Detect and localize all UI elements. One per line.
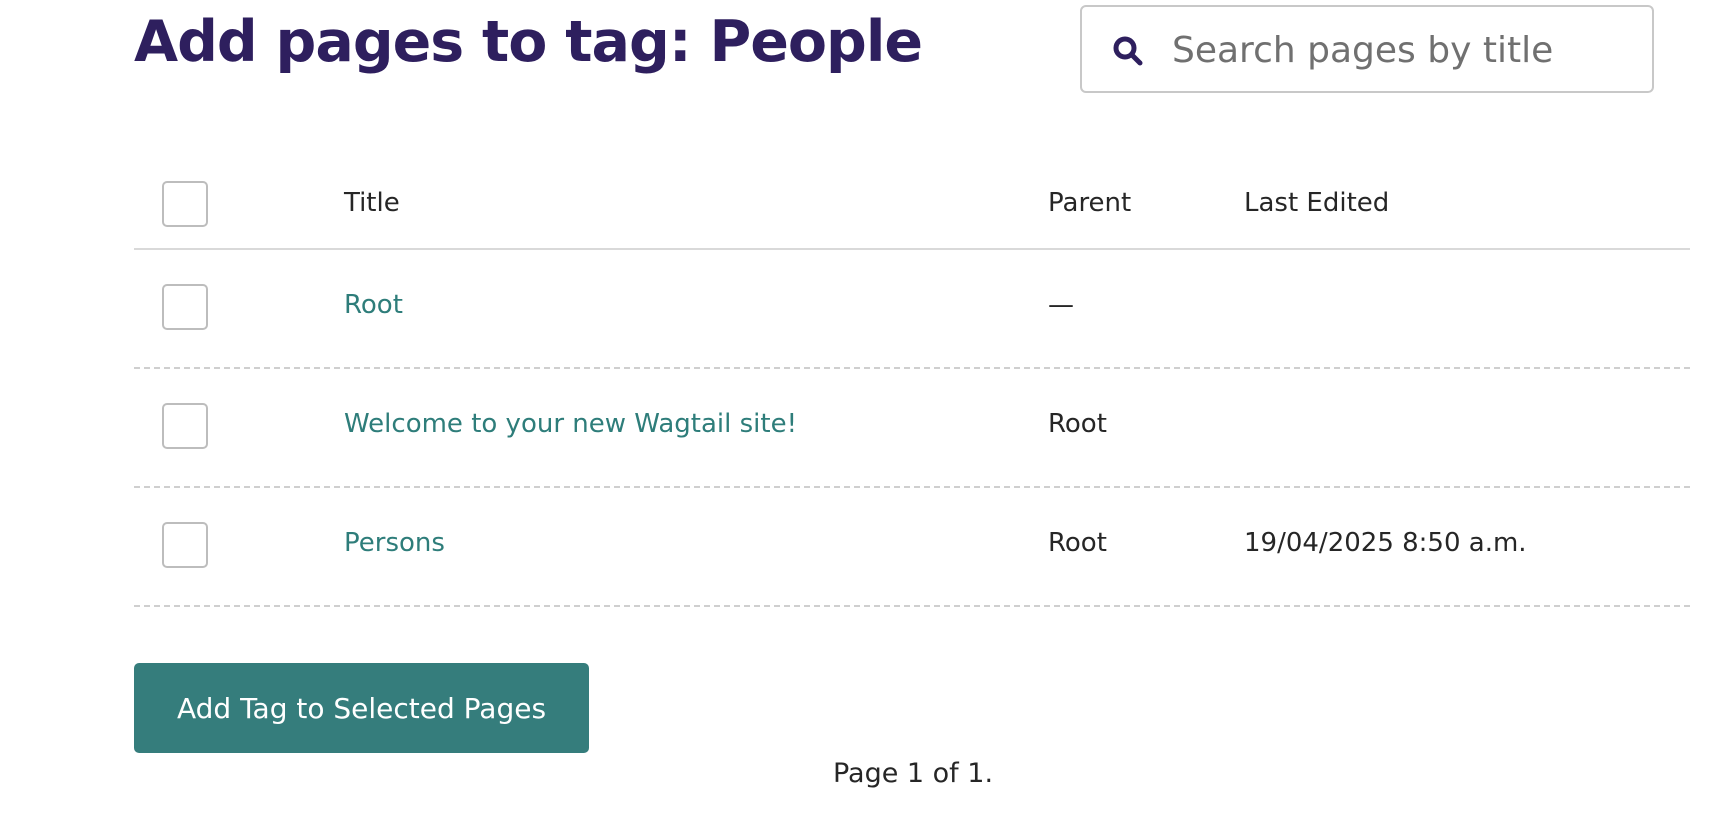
table-row: Root — [134,250,1690,369]
last-edited-cell: 19/04/2025 8:50 a.m. [1244,528,1527,558]
table-row: Persons Root 19/04/2025 8:50 a.m. [134,488,1690,607]
search-icon [1113,36,1143,66]
parent-cell: — [1048,290,1074,320]
page: Add pages to tag: People Title Parent La… [0,0,1734,816]
page-title-link[interactable]: Welcome to your new Wagtail site! [344,409,797,439]
table-row: Welcome to your new Wagtail site! Root [134,369,1690,488]
add-tag-button[interactable]: Add Tag to Selected Pages [134,663,589,753]
column-header-title: Title [344,188,400,218]
row-checkbox[interactable] [162,522,208,568]
search-input[interactable] [1172,21,1642,79]
pagination-text: Page 1 of 1. [832,758,994,789]
page-title: Add pages to tag: People [134,9,923,75]
column-header-last-edited: Last Edited [1244,188,1390,218]
column-header-parent: Parent [1048,188,1132,218]
row-checkbox[interactable] [162,284,208,330]
parent-cell: Root [1048,409,1107,439]
page-title-link[interactable]: Root [344,290,403,320]
page-title-link[interactable]: Persons [344,528,445,558]
search-box[interactable] [1080,5,1654,93]
row-checkbox[interactable] [162,403,208,449]
select-all-checkbox[interactable] [162,181,208,227]
parent-cell: Root [1048,528,1107,558]
table-header-row: Title Parent Last Edited [134,158,1690,250]
pages-table: Title Parent Last Edited Root — Welcome … [134,158,1690,607]
